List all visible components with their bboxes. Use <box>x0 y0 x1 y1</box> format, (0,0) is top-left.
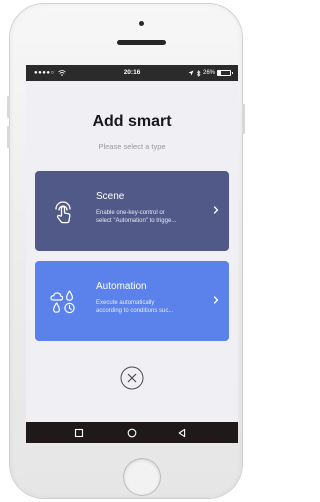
volume-down-button <box>7 126 10 148</box>
app-screen: ●●●●○ 20:16 26% Add smart Please select … <box>26 65 238 443</box>
back-triangle-icon[interactable] <box>176 427 188 439</box>
home-circle-icon[interactable] <box>126 427 138 439</box>
chevron-right-icon <box>213 206 219 214</box>
battery-level-fill <box>218 71 222 75</box>
automation-card-description-line-1: Execute automatically <box>96 300 155 306</box>
recent-apps-square-icon[interactable] <box>73 427 85 439</box>
battery-percentage: 26% <box>202 70 215 76</box>
front-camera <box>139 21 144 26</box>
bluetooth-icon <box>196 69 201 77</box>
chevron-right-icon <box>213 296 219 304</box>
status-bar-right: 26% <box>188 69 233 77</box>
automation-card[interactable]: Automation Execute automatically accordi… <box>35 261 229 341</box>
weather-time-conditions-icon <box>50 290 75 314</box>
page-title: Add smart <box>92 113 172 130</box>
automation-card-description-line-2: according to conditions suc... <box>96 308 174 314</box>
power-button <box>242 104 245 134</box>
battery-icon <box>217 70 233 76</box>
scene-card-description-line-2: select "Automation" to trigge... <box>96 218 177 224</box>
status-bar: ●●●●○ 20:16 26% <box>26 65 238 81</box>
scene-card-description: Enable one-key-control or select "Automa… <box>96 209 208 225</box>
android-nav-bar <box>26 422 238 443</box>
location-arrow-icon <box>188 70 194 76</box>
close-circle-icon[interactable] <box>120 366 144 390</box>
automation-card-title: Automation <box>96 281 147 292</box>
earpiece-speaker <box>117 40 166 45</box>
volume-up-button <box>7 96 10 118</box>
touch-hand-icon <box>55 201 71 224</box>
page-subtitle: Please select a type <box>98 142 166 151</box>
scene-card[interactable]: Scene Enable one-key-control or select "… <box>35 171 229 251</box>
home-button[interactable] <box>124 459 160 495</box>
automation-card-description: Execute automatically according to condi… <box>96 299 208 315</box>
scene-card-title: Scene <box>96 191 125 202</box>
scene-card-description-line-1: Enable one-key-control or <box>96 210 165 216</box>
